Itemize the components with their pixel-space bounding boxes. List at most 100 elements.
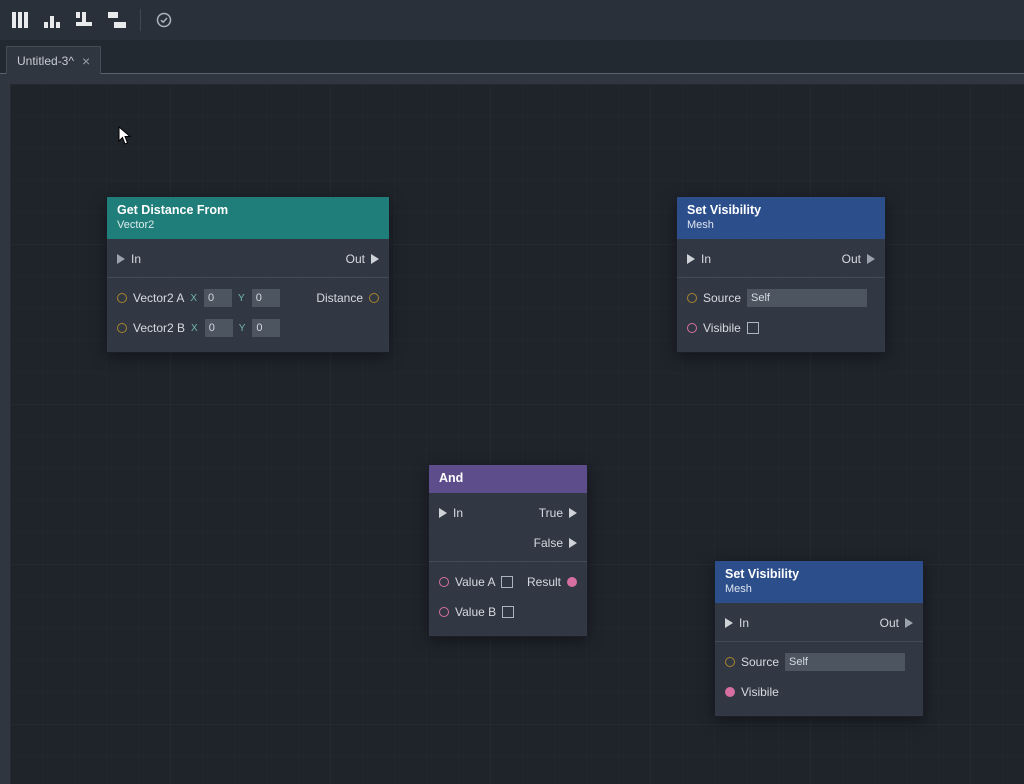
divider <box>715 641 923 642</box>
exec-in-label: In <box>739 616 749 630</box>
visible-label: Visibile <box>741 685 779 699</box>
toolbar <box>0 0 1024 40</box>
exec-in-label: In <box>701 252 711 266</box>
port-ring-icon <box>725 657 735 667</box>
node-get-distance[interactable]: Get Distance From Vector2 In Out Vector2… <box>106 196 390 353</box>
exec-out-port[interactable]: Out <box>880 616 913 630</box>
exec-out-label: Out <box>880 616 899 630</box>
exec-out-icon <box>569 538 577 548</box>
distance-out-port[interactable]: Distance <box>316 291 379 305</box>
port-ring-icon <box>117 293 127 303</box>
value-a-port[interactable]: Value A <box>439 575 513 589</box>
exec-in-icon <box>117 254 125 264</box>
divider <box>677 277 885 278</box>
exec-in-port[interactable]: In <box>439 506 463 520</box>
exec-out-icon <box>371 254 379 264</box>
vector2b-port[interactable]: Vector2 B X Y <box>117 319 280 337</box>
exec-in-label: In <box>131 252 141 266</box>
vector2a-label: Vector2 A <box>133 291 184 305</box>
node-set-visibility-1[interactable]: Set Visibility Mesh In Out Source <box>676 196 886 353</box>
port-ring-icon <box>439 577 449 587</box>
port-dot-icon <box>567 577 577 587</box>
exec-false-label: False <box>534 536 563 550</box>
visible-port[interactable]: Visibile <box>725 685 779 699</box>
value-b-port[interactable]: Value B <box>439 605 514 619</box>
node-subtitle: Mesh <box>725 583 913 595</box>
exec-out-port[interactable]: Out <box>346 252 379 266</box>
exec-out-icon <box>569 508 577 518</box>
divider <box>107 277 389 278</box>
exec-in-port[interactable]: In <box>117 252 141 266</box>
port-ring-icon <box>117 323 127 333</box>
y-prefix: Y <box>239 323 246 334</box>
node-title: And <box>439 471 463 485</box>
port-ring-icon <box>369 293 379 303</box>
node-header[interactable]: And <box>429 465 587 493</box>
layout-a-icon[interactable] <box>10 9 32 31</box>
port-ring-icon <box>687 293 697 303</box>
node-header[interactable]: Get Distance From Vector2 <box>107 197 389 239</box>
result-port[interactable]: Result <box>527 575 577 589</box>
layout-b-icon[interactable] <box>42 9 64 31</box>
node-and[interactable]: And In True False <box>428 464 588 637</box>
layout-c-icon[interactable] <box>74 9 96 31</box>
vector2a-y-input[interactable] <box>252 289 280 307</box>
node-subtitle: Vector2 <box>117 219 379 231</box>
exec-in-icon <box>687 254 695 264</box>
node-header[interactable]: Set Visibility Mesh <box>677 197 885 239</box>
vector2a-x-input[interactable] <box>204 289 232 307</box>
source-port[interactable]: Source <box>687 289 867 307</box>
exec-in-label: In <box>453 506 463 520</box>
layout-d-icon[interactable] <box>106 9 128 31</box>
value-a-checkbox[interactable] <box>501 576 513 588</box>
x-prefix: X <box>191 323 198 334</box>
source-label: Source <box>741 655 779 669</box>
value-b-checkbox[interactable] <box>502 606 514 618</box>
port-ring-icon <box>439 607 449 617</box>
source-label: Source <box>703 291 741 305</box>
x-prefix: X <box>190 293 197 304</box>
result-label: Result <box>527 575 561 589</box>
exec-true-label: True <box>539 506 563 520</box>
source-port[interactable]: Source <box>725 653 905 671</box>
close-icon[interactable]: × <box>82 53 90 69</box>
exec-in-icon <box>439 508 447 518</box>
exec-true-port[interactable]: True <box>539 506 577 520</box>
visible-checkbox[interactable] <box>747 322 759 334</box>
source-input[interactable] <box>747 289 867 307</box>
exec-in-icon <box>725 618 733 628</box>
vector2a-port[interactable]: Vector2 A X Y <box>117 289 280 307</box>
node-set-visibility-2[interactable]: Set Visibility Mesh In Out Source <box>714 560 924 717</box>
node-title: Set Visibility <box>687 203 761 217</box>
vector2b-label: Vector2 B <box>133 321 185 335</box>
visible-label: Visibile <box>703 321 741 335</box>
toolbar-separator <box>140 9 141 31</box>
exec-out-port[interactable]: Out <box>842 252 875 266</box>
exec-out-label: Out <box>346 252 365 266</box>
vector2b-y-input[interactable] <box>252 319 280 337</box>
tab-bar: Untitled-3^ × <box>0 40 1024 74</box>
port-dot-icon <box>725 687 735 697</box>
node-title: Get Distance From <box>117 203 228 217</box>
exec-in-port[interactable]: In <box>725 616 749 630</box>
distance-label: Distance <box>316 291 363 305</box>
exec-in-port[interactable]: In <box>687 252 711 266</box>
tab-untitled[interactable]: Untitled-3^ × <box>6 46 101 74</box>
value-a-label: Value A <box>455 575 495 589</box>
node-subtitle: Mesh <box>687 219 875 231</box>
node-canvas[interactable]: Get Distance From Vector2 In Out Vector2… <box>0 74 1024 784</box>
y-prefix: Y <box>238 293 245 304</box>
tab-label: Untitled-3^ <box>17 54 74 68</box>
exec-out-label: Out <box>842 252 861 266</box>
exec-false-port[interactable]: False <box>534 536 577 550</box>
exec-out-icon <box>905 618 913 628</box>
source-input[interactable] <box>785 653 905 671</box>
vector2b-x-input[interactable] <box>205 319 233 337</box>
node-title: Set Visibility <box>725 567 799 581</box>
port-ring-icon <box>687 323 697 333</box>
divider <box>429 561 587 562</box>
validate-icon[interactable] <box>153 9 175 31</box>
node-header[interactable]: Set Visibility Mesh <box>715 561 923 603</box>
visible-port[interactable]: Visibile <box>687 321 759 335</box>
exec-out-icon <box>867 254 875 264</box>
